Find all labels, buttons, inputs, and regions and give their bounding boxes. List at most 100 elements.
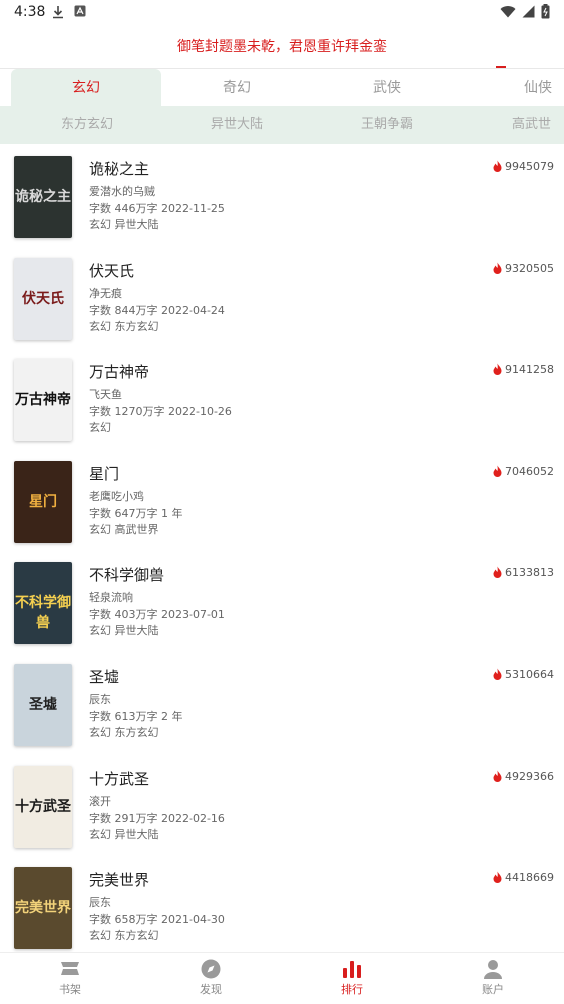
book-tags: 玄幻 异世大陆 <box>89 218 159 231</box>
book-tags: 玄幻 异世大陆 <box>89 624 159 638</box>
subtab-yishi-dalu[interactable]: 异世大陆 <box>162 106 312 144</box>
flame-icon <box>493 668 502 680</box>
subtab-dongfang-xuanhuan[interactable]: 东方玄幻 <box>12 106 162 144</box>
flame-icon <box>493 770 502 782</box>
heat-score: 9945079 <box>492 160 554 173</box>
book-tags: 玄幻 高武世界 <box>89 522 159 536</box>
book-stats: 字数 844万字 2022-04-24 <box>89 303 225 317</box>
compass-icon <box>201 959 221 979</box>
book-title[interactable]: 星门 <box>89 463 119 484</box>
tab-wuxia[interactable]: 武侠 <box>312 69 462 107</box>
cover-title: 十方武圣 <box>15 798 71 815</box>
book-tags: 玄幻 东方玄幻 <box>89 725 159 739</box>
cover-title: 伏天氏 <box>22 290 64 307</box>
cover-title: 不科学御兽 <box>15 595 71 632</box>
heat-score: 4418669 <box>492 871 554 884</box>
book-title[interactable]: 圣墟 <box>89 666 119 687</box>
book-author: 爱潜水的乌贼 <box>89 185 155 198</box>
nav-account[interactable]: 账户 <box>463 959 523 997</box>
book-list-item[interactable]: 圣墟 圣墟 辰东 字数 613万字 2 年 玄幻 东方玄幻 5310664 <box>0 654 564 756</box>
book-cover[interactable]: 圣墟 <box>14 663 72 746</box>
book-tags: 玄幻 异世大陆 <box>89 827 159 841</box>
book-author: 滚开 <box>89 794 111 808</box>
book-list-item[interactable]: 星门 星门 老鹰吃小鸡 字数 647万字 1 年 玄幻 高武世界 7046052 <box>0 451 564 553</box>
book-list-item[interactable]: 不科学御兽 不科学御兽 轻泉流响 字数 403万字 2023-07-01 玄幻 … <box>0 552 564 654</box>
heat-value: 9945079 <box>505 160 554 173</box>
book-cover[interactable]: 星门 <box>14 460 72 543</box>
book-cover[interactable]: 不科学御兽 <box>14 562 72 645</box>
heat-value: 4929366 <box>505 769 554 783</box>
bookshelf-icon <box>61 962 79 975</box>
category-tabs: 玄幻 奇幻 武侠 仙侠 <box>0 68 564 107</box>
account-icon <box>484 960 502 979</box>
book-title[interactable]: 万古神帝 <box>89 361 149 382</box>
book-stats: 字数 446万字 2022-11-25 <box>89 202 225 215</box>
book-list-item[interactable]: 伏天氏 伏天氏 净无痕 字数 844万字 2022-04-24 玄幻 东方玄幻 … <box>0 248 564 350</box>
heat-score: 4929366 <box>492 770 554 783</box>
book-cover[interactable]: 伏天氏 <box>14 257 72 340</box>
cover-title: 万古神帝 <box>15 392 71 409</box>
book-stats: 字数 658万字 2021-04-30 <box>89 913 225 927</box>
bottom-navigation: 书架 发现 排行 账户 <box>0 952 564 1004</box>
flame-icon <box>493 566 502 579</box>
book-list-item[interactable]: 十方武圣 十方武圣 滚开 字数 291万字 2022-02-16 玄幻 异世大陆… <box>0 756 564 858</box>
cover-title: 圣墟 <box>29 696 57 713</box>
nav-bookshelf[interactable]: 书架 <box>40 959 100 997</box>
battery-icon <box>541 4 550 19</box>
book-list-item[interactable]: 万古神帝 万古神帝 飞天鱼 字数 1270万字 2022-10-26 玄幻 91… <box>0 349 564 451</box>
heat-score: 6133813 <box>492 566 554 579</box>
book-title[interactable]: 十方武圣 <box>89 768 149 789</box>
download-icon <box>53 6 63 19</box>
book-list-item[interactable]: 完美世界 完美世界 辰东 字数 658万字 2021-04-30 玄幻 东方玄幻… <box>0 857 564 959</box>
book-cover[interactable]: 完美世界 <box>14 867 72 950</box>
heat-value: 4418669 <box>505 871 554 885</box>
nav-discover-label: 发现 <box>200 983 222 996</box>
header-slogan: 御笔封题墨未乾，君恩重许拜金銮 <box>177 39 387 55</box>
cover-title: 星门 <box>29 493 57 510</box>
wifi-icon <box>500 6 516 18</box>
book-tags: 玄幻 东方玄幻 <box>89 319 159 333</box>
heat-value: 6133813 <box>505 566 554 580</box>
book-title[interactable]: 完美世界 <box>89 869 149 890</box>
book-author: 老鹰吃小鸡 <box>89 489 144 503</box>
subtab-gaowu-shijie[interactable]: 高武世 <box>490 106 564 144</box>
status-time: 4:38 <box>14 4 46 20</box>
book-stats: 字数 291万字 2022-02-16 <box>89 811 225 825</box>
flame-icon <box>493 871 502 884</box>
book-tags: 玄幻 <box>89 421 111 435</box>
tab-qihuan[interactable]: 奇幻 <box>162 69 312 107</box>
book-author: 辰东 <box>89 692 111 706</box>
flame-icon <box>493 160 502 172</box>
book-cover[interactable]: 诡秘之主 <box>14 156 72 238</box>
book-cover[interactable]: 万古神帝 <box>14 359 72 442</box>
book-title[interactable]: 伏天氏 <box>89 260 134 281</box>
heat-score: 9320505 <box>492 262 554 275</box>
heat-value: 5310664 <box>505 667 554 681</box>
book-author: 净无痕 <box>89 286 122 300</box>
ranking-icon <box>343 961 361 978</box>
subcategory-tabs: 东方玄幻 异世大陆 王朝争霸 高武世 <box>0 106 564 144</box>
book-list-item[interactable]: 诡秘之主 诡秘之主 爱潜水的乌贼 字数 446万字 2022-11-25 玄幻 … <box>0 146 564 248</box>
nav-discover[interactable]: 发现 <box>181 959 241 997</box>
book-author: 轻泉流响 <box>89 591 133 605</box>
heat-score: 7046052 <box>492 465 554 478</box>
tab-xuanhuan[interactable]: 玄幻 <box>11 69 161 107</box>
tab-xianxia[interactable]: 仙侠 <box>500 69 564 107</box>
nav-ranking[interactable]: 排行 <box>322 959 382 997</box>
heat-value: 9320505 <box>505 261 554 275</box>
book-title[interactable]: 不科学御兽 <box>89 564 164 585</box>
flame-icon <box>493 465 502 477</box>
book-ranking-list: 诡秘之主 诡秘之主 爱潜水的乌贼 字数 446万字 2022-11-25 玄幻 … <box>0 146 564 959</box>
subtab-wangchao-zhengba[interactable]: 王朝争霸 <box>312 106 462 144</box>
book-cover[interactable]: 十方武圣 <box>14 765 72 848</box>
nav-ranking-label: 排行 <box>341 983 363 996</box>
status-bar: 4:38 <box>0 0 564 26</box>
book-tags: 玄幻 东方玄幻 <box>89 929 159 943</box>
cover-title: 诡秘之主 <box>15 189 71 205</box>
heat-value: 7046052 <box>505 464 554 478</box>
flame-icon <box>493 363 502 376</box>
book-title[interactable]: 诡秘之主 <box>89 158 149 179</box>
book-stats: 字数 647万字 1 年 <box>89 506 183 520</box>
app-notification-icon <box>74 5 86 17</box>
heat-score: 5310664 <box>492 668 554 681</box>
